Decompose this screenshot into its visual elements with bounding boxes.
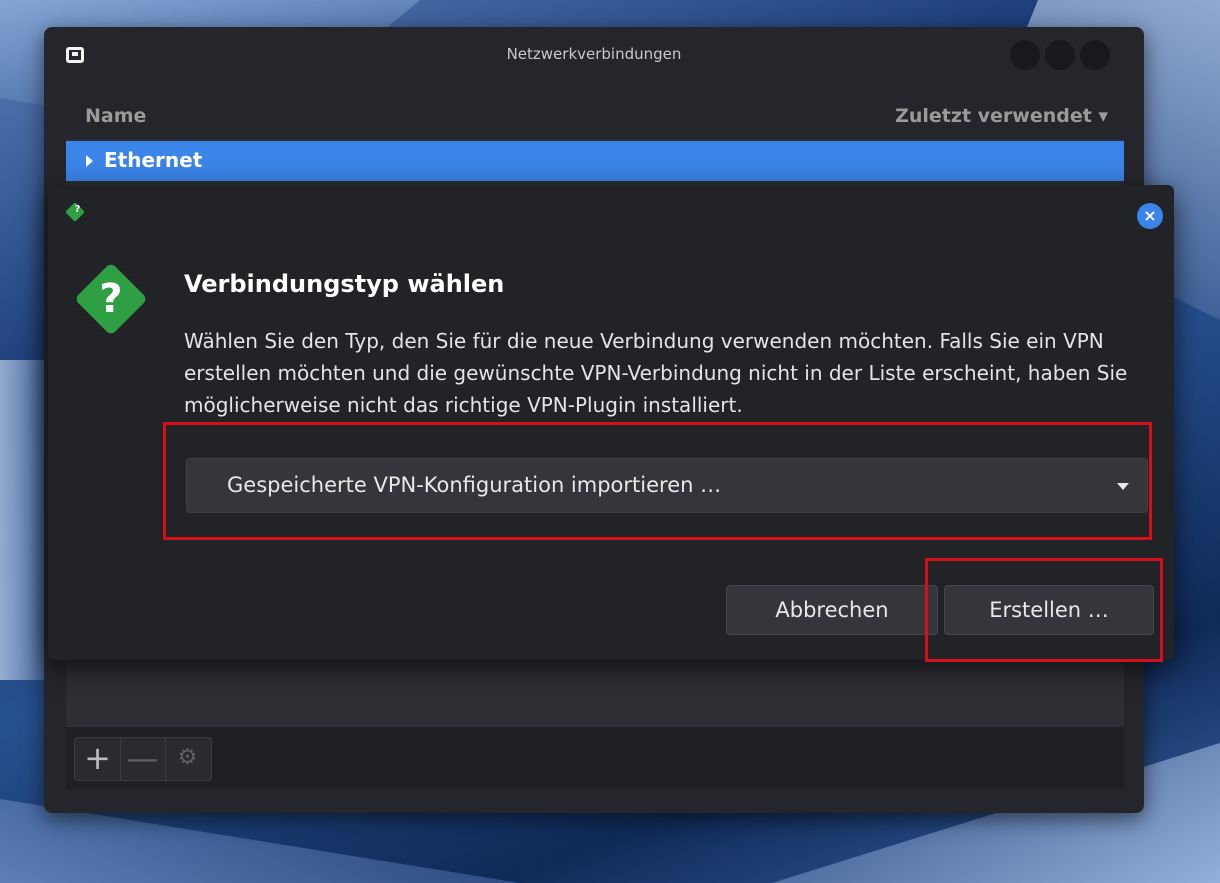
dialog-heading: Verbindungstyp wählen [184, 270, 505, 298]
close-window-button[interactable] [1080, 40, 1110, 70]
highlight-box-create [925, 558, 1163, 662]
dialog-message: Wählen Sie den Typ, den Sie für die neue… [184, 329, 1128, 417]
question-small-icon: ? [65, 202, 85, 222]
column-header-name[interactable]: Name [85, 105, 146, 127]
toolbar-button-group: + — ⚙ [74, 737, 212, 781]
titlebar[interactable]: Netzwerkverbindungen [44, 27, 1144, 83]
minimize-button[interactable] [1010, 40, 1040, 70]
remove-connection-button[interactable]: — [120, 738, 166, 780]
expand-arrow-icon[interactable] [86, 155, 93, 167]
add-connection-button[interactable]: + [75, 738, 121, 780]
gear-icon[interactable]: ⚙ [165, 738, 210, 780]
list-item-ethernet[interactable]: Ethernet [66, 141, 1124, 181]
question-icon: ? [74, 262, 148, 336]
window-title: Netzwerkverbindungen [506, 45, 682, 63]
bottom-toolbar: + — ⚙ [66, 727, 1124, 789]
list-header: Name Zuletzt verwendet ▾ [66, 95, 1124, 139]
highlight-box-select [163, 422, 1152, 540]
maximize-button[interactable] [1045, 40, 1075, 70]
column-header-last-used-label: Zuletzt verwendet [895, 105, 1092, 127]
column-header-last-used[interactable]: Zuletzt verwendet ▾ [895, 105, 1108, 127]
close-icon[interactable]: × [1137, 203, 1163, 229]
cancel-button[interactable]: Abbrechen [726, 585, 938, 635]
sort-caret-icon: ▾ [1098, 105, 1108, 127]
list-item-label: Ethernet [104, 148, 203, 172]
